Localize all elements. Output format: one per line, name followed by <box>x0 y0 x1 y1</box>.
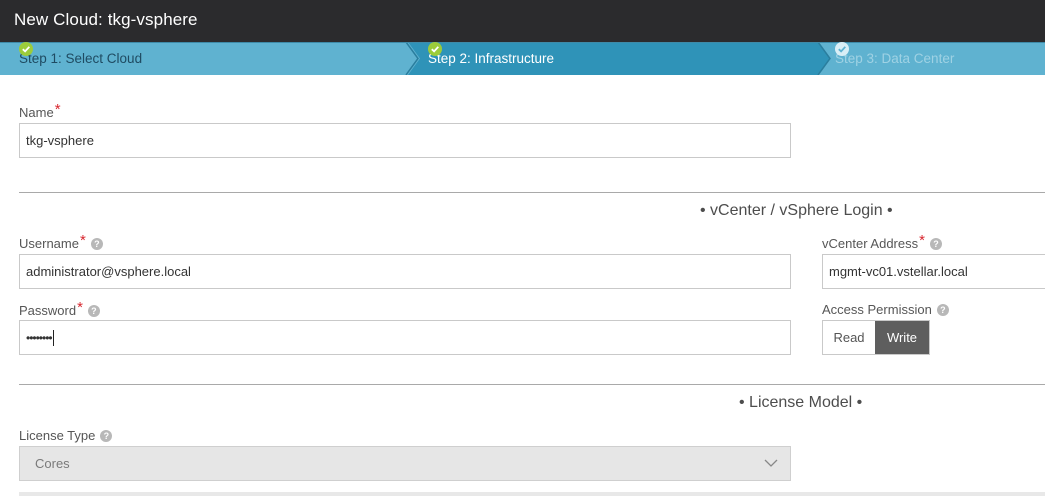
help-icon[interactable]: ? <box>100 429 113 442</box>
vcenter-address-input[interactable]: mgmt-vc01.vstellar.local <box>822 254 1045 289</box>
required-marker: * <box>54 101 61 118</box>
check-circle-icon <box>19 42 33 56</box>
help-icon[interactable]: ? <box>929 237 942 250</box>
license-type-select[interactable]: Cores <box>19 446 791 481</box>
wizard-step-label: Step 1: Select Cloud <box>19 51 143 66</box>
wizard-step-infrastructure[interactable]: Step 2: Infrastructure <box>428 42 554 75</box>
help-icon[interactable]: ? <box>90 237 103 250</box>
required-marker: * <box>919 232 925 249</box>
license-type-label-text: License Type <box>19 428 96 443</box>
license-type-label: License Type? <box>19 428 113 443</box>
wizard-step-data-center[interactable]: Step 3: Data Center <box>835 42 954 75</box>
next-section-edge <box>19 492 1045 496</box>
password-value: •••••••• <box>26 330 53 345</box>
username-label-text: Username <box>19 236 79 251</box>
name-value: tkg-vsphere <box>26 133 94 148</box>
section-divider <box>19 384 1045 410</box>
username-value: administrator@vsphere.local <box>26 264 191 279</box>
access-permission-toggle: Read Write <box>822 320 930 355</box>
password-label: Password *? <box>19 299 100 319</box>
license-section-title: • License Model • <box>739 394 863 411</box>
vcenter-address-value: mgmt-vc01.vstellar.local <box>829 264 968 279</box>
wizard-step-select-cloud[interactable]: Step 1: Select Cloud <box>19 42 142 75</box>
password-label-text: Password <box>19 303 77 318</box>
vcenter-address-label: vCenter Address *? <box>822 232 942 252</box>
wizard-step-label: Step 3: Data Center <box>835 51 955 66</box>
title-bar: New Cloud: tkg-vsphere <box>0 0 1045 42</box>
username-input[interactable]: administrator@vsphere.local <box>19 254 791 289</box>
required-marker: * <box>79 232 86 249</box>
permission-read-button[interactable]: Read <box>823 321 875 354</box>
permission-write-button[interactable]: Write <box>875 321 929 354</box>
required-marker: * <box>77 299 83 316</box>
vcenter-address-label-text: vCenter Address <box>822 236 919 251</box>
window-title: New Cloud: tkg-vsphere <box>14 10 198 29</box>
wizard-steps: Step 1: Select Cloud Step 2: Infrastruct… <box>0 42 1045 75</box>
name-input[interactable]: tkg-vsphere <box>19 123 791 158</box>
wizard-step-label: Step 2: Infrastructure <box>428 51 555 66</box>
text-caret <box>52 329 54 346</box>
license-type-value: Cores <box>35 456 70 471</box>
help-icon[interactable]: ? <box>936 303 949 316</box>
check-circle-icon <box>835 42 849 56</box>
access-permission-label-text: Access Permission <box>822 302 932 317</box>
name-label-text: Name <box>19 105 54 120</box>
vcenter-section-title: • vCenter / vSphere Login • <box>700 202 893 219</box>
password-input[interactable]: •••••••• <box>19 320 791 355</box>
help-icon[interactable]: ? <box>87 304 100 317</box>
chevron-down-icon <box>764 459 778 467</box>
name-label: Name * <box>19 101 61 121</box>
check-circle-icon <box>428 42 442 56</box>
username-label: Username *? <box>19 232 103 252</box>
access-permission-label: Access Permission? <box>822 302 949 317</box>
